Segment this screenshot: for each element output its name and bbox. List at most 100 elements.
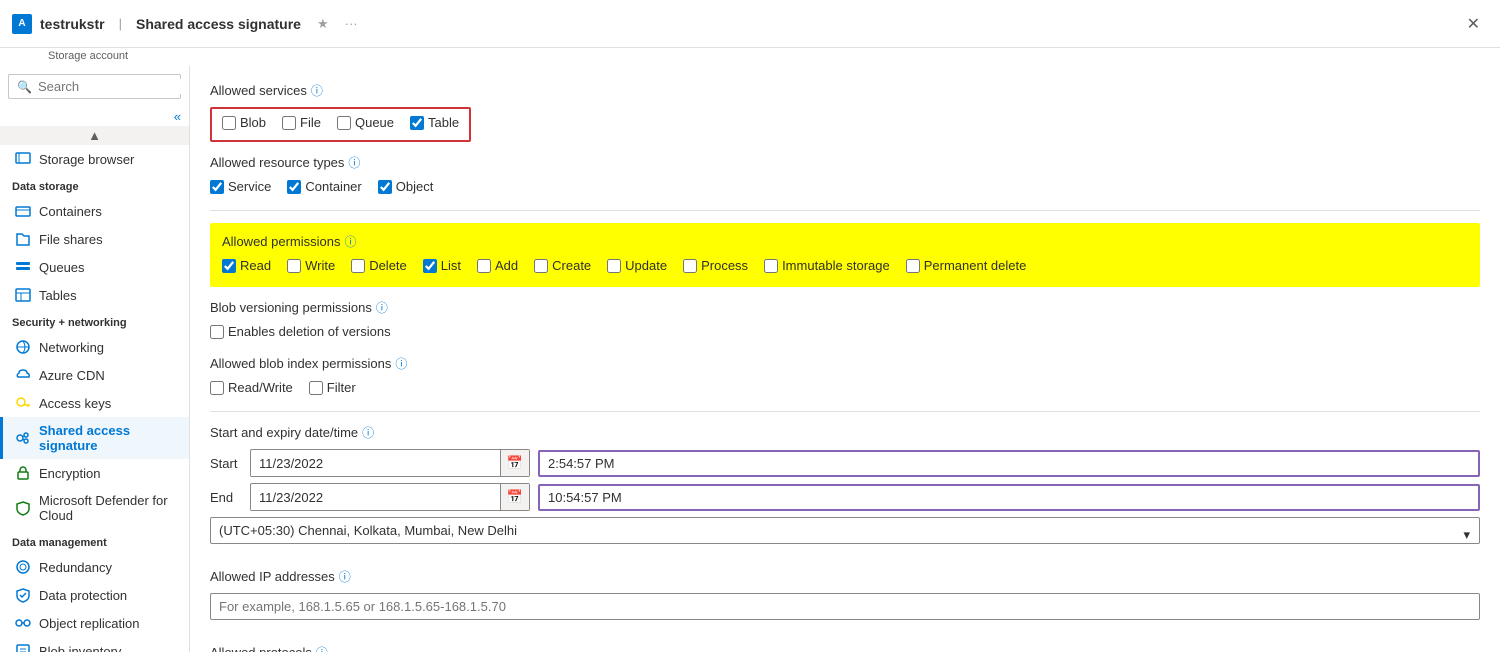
sidebar-item-queues[interactable]: Queues bbox=[0, 253, 189, 281]
start-time-input-group bbox=[538, 450, 1480, 477]
add-checkbox[interactable] bbox=[477, 259, 491, 273]
close-button[interactable]: ✕ bbox=[1459, 10, 1488, 38]
service-file[interactable]: File bbox=[282, 115, 321, 130]
allowed-ip-info-icon[interactable]: ⓘ bbox=[339, 568, 351, 585]
read-checkbox[interactable] bbox=[222, 259, 236, 273]
perm-add[interactable]: Add bbox=[477, 258, 518, 273]
table-checkbox[interactable] bbox=[410, 116, 424, 130]
allowed-permissions-info-icon[interactable]: ⓘ bbox=[345, 233, 357, 250]
allowed-resource-types-title: Allowed resource types ⓘ bbox=[210, 154, 1480, 171]
search-input[interactable] bbox=[38, 79, 190, 94]
process-checkbox[interactable] bbox=[683, 259, 697, 273]
sidebar-item-object-replication[interactable]: Object replication bbox=[0, 609, 189, 637]
permanent-delete-checkbox[interactable] bbox=[906, 259, 920, 273]
perm-create[interactable]: Create bbox=[534, 258, 591, 273]
sidebar-item-azure-cdn[interactable]: Azure CDN bbox=[0, 361, 189, 389]
sidebar-item-networking[interactable]: Networking bbox=[0, 333, 189, 361]
blob-versioning-checkbox[interactable] bbox=[210, 325, 224, 339]
service-blob[interactable]: Blob bbox=[222, 115, 266, 130]
queue-checkbox[interactable] bbox=[337, 116, 351, 130]
sidebar-item-storage-browser[interactable]: Storage browser bbox=[0, 145, 189, 173]
main-layout: 🔍 « ▲ Storage browser Data storage Conta… bbox=[0, 66, 1500, 652]
blob-inventory-label: Blob inventory bbox=[39, 644, 121, 652]
blob-index-section: Allowed blob index permissions ⓘ Read/Wr… bbox=[210, 355, 1480, 395]
shared-access-icon bbox=[15, 430, 31, 446]
scroll-up-button[interactable]: ▲ bbox=[0, 126, 189, 145]
service-table[interactable]: Table bbox=[410, 115, 459, 130]
resource-container[interactable]: Container bbox=[287, 179, 361, 194]
immutable-checkbox[interactable] bbox=[764, 259, 778, 273]
start-time-input[interactable] bbox=[540, 452, 1478, 475]
allowed-protocols-info-icon[interactable]: ⓘ bbox=[316, 644, 328, 652]
start-date-input[interactable] bbox=[251, 451, 500, 476]
end-time-input-group bbox=[538, 484, 1480, 511]
update-checkbox[interactable] bbox=[607, 259, 621, 273]
sidebar-item-encryption[interactable]: Encryption bbox=[0, 459, 189, 487]
sidebar-item-redundancy[interactable]: Redundancy bbox=[0, 553, 189, 581]
allowed-ip-input[interactable] bbox=[210, 593, 1480, 620]
blob-versioning-info-icon[interactable]: ⓘ bbox=[376, 299, 388, 316]
sidebar-item-defender[interactable]: Microsoft Defender for Cloud bbox=[0, 487, 189, 529]
end-calendar-icon[interactable]: 📅 bbox=[500, 484, 529, 510]
resource-service[interactable]: Service bbox=[210, 179, 271, 194]
end-time-input[interactable] bbox=[540, 486, 1478, 509]
table-label: Table bbox=[428, 115, 459, 130]
allowed-services-title: Allowed services ⓘ bbox=[210, 82, 1480, 99]
sidebar: 🔍 « ▲ Storage browser Data storage Conta… bbox=[0, 66, 190, 652]
more-options-icon[interactable]: ··· bbox=[345, 16, 358, 31]
sidebar-item-tables[interactable]: Tables bbox=[0, 281, 189, 309]
write-checkbox[interactable] bbox=[287, 259, 301, 273]
allowed-resource-info-icon[interactable]: ⓘ bbox=[348, 154, 360, 171]
sidebar-item-blob-inventory[interactable]: Blob inventory bbox=[0, 637, 189, 652]
allowed-ip-title: Allowed IP addresses ⓘ bbox=[210, 568, 1480, 585]
timezone-select[interactable]: (UTC+05:30) Chennai, Kolkata, Mumbai, Ne… bbox=[210, 517, 1480, 544]
list-checkbox[interactable] bbox=[423, 259, 437, 273]
perm-write[interactable]: Write bbox=[287, 258, 335, 273]
perm-update[interactable]: Update bbox=[607, 258, 667, 273]
collapse-button[interactable]: « bbox=[0, 107, 189, 126]
container-checkbox[interactable] bbox=[287, 180, 301, 194]
perm-delete[interactable]: Delete bbox=[351, 258, 407, 273]
delete-label: Delete bbox=[369, 258, 407, 273]
blob-index-info-icon[interactable]: ⓘ bbox=[395, 355, 407, 372]
create-checkbox[interactable] bbox=[534, 259, 548, 273]
title-bar: A testrukstr | Shared access signature ★… bbox=[0, 0, 1500, 48]
perm-immutable[interactable]: Immutable storage bbox=[764, 258, 890, 273]
encryption-icon bbox=[15, 465, 31, 481]
readwrite-checkbox[interactable] bbox=[210, 381, 224, 395]
sidebar-item-access-keys[interactable]: Access keys bbox=[0, 389, 189, 417]
service-checkbox[interactable] bbox=[210, 180, 224, 194]
service-label: Service bbox=[228, 179, 271, 194]
sidebar-item-file-shares[interactable]: File shares bbox=[0, 225, 189, 253]
perm-permanent-delete[interactable]: Permanent delete bbox=[906, 258, 1027, 273]
write-label: Write bbox=[305, 258, 335, 273]
sidebar-item-shared-access-signature[interactable]: Shared access signature bbox=[0, 417, 189, 459]
data-protection-icon bbox=[15, 587, 31, 603]
blob-checkbox[interactable] bbox=[222, 116, 236, 130]
perm-list[interactable]: List bbox=[423, 258, 461, 273]
filter-checkbox[interactable] bbox=[309, 381, 323, 395]
sidebar-item-containers[interactable]: Containers bbox=[0, 197, 189, 225]
delete-checkbox[interactable] bbox=[351, 259, 365, 273]
blob-index-readwrite[interactable]: Read/Write bbox=[210, 380, 293, 395]
start-expiry-info-icon[interactable]: ⓘ bbox=[362, 424, 374, 441]
favorite-icon[interactable]: ★ bbox=[317, 16, 329, 32]
access-keys-label: Access keys bbox=[39, 396, 111, 411]
service-queue[interactable]: Queue bbox=[337, 115, 394, 130]
object-checkbox[interactable] bbox=[378, 180, 392, 194]
perm-read[interactable]: Read bbox=[222, 258, 271, 273]
start-calendar-icon[interactable]: 📅 bbox=[500, 450, 529, 476]
allowed-services-info-icon[interactable]: ⓘ bbox=[311, 82, 323, 99]
file-checkbox[interactable] bbox=[282, 116, 296, 130]
start-date-row: Start 📅 bbox=[210, 449, 1480, 477]
create-label: Create bbox=[552, 258, 591, 273]
sidebar-item-data-protection[interactable]: Data protection bbox=[0, 581, 189, 609]
file-shares-label: File shares bbox=[39, 232, 103, 247]
end-date-input[interactable] bbox=[251, 485, 500, 510]
blob-versioning-option[interactable]: Enables deletion of versions bbox=[210, 324, 1480, 339]
search-box[interactable]: 🔍 bbox=[8, 74, 181, 99]
perm-process[interactable]: Process bbox=[683, 258, 748, 273]
resource-object[interactable]: Object bbox=[378, 179, 434, 194]
blob-index-filter[interactable]: Filter bbox=[309, 380, 356, 395]
account-name: testrukstr bbox=[40, 16, 105, 32]
